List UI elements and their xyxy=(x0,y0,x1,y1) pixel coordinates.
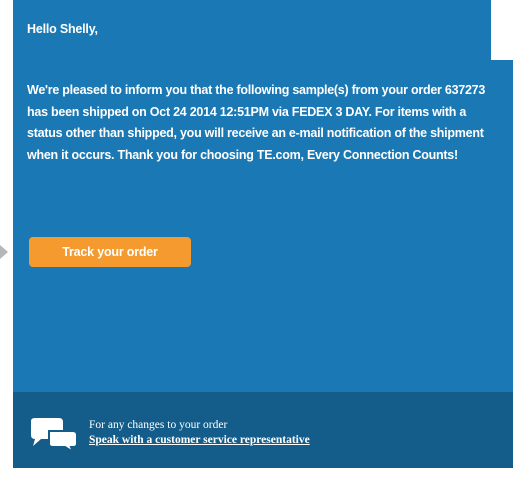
footer-caption: For any changes to your order xyxy=(89,419,228,431)
email-footer: For any changes to your order Speak with… xyxy=(13,392,513,468)
side-arrow-icon xyxy=(0,245,8,259)
email-body: Hello Shelly, We're pleased to inform yo… xyxy=(13,0,513,468)
chat-bubbles-icon xyxy=(31,418,78,452)
greeting-text: Hello Shelly, xyxy=(27,22,98,36)
page: Hello Shelly, We're pleased to inform yo… xyxy=(0,0,516,477)
email-main-panel: Hello Shelly, We're pleased to inform yo… xyxy=(13,0,513,392)
customer-service-link[interactable]: Speak with a customer service representa… xyxy=(89,433,310,448)
track-order-button[interactable]: Track your order xyxy=(29,237,191,267)
shipment-message: We're pleased to inform you that the fol… xyxy=(27,83,486,162)
corner-notch xyxy=(491,0,513,60)
footer-text-block: For any changes to your order Speak with… xyxy=(89,418,310,448)
